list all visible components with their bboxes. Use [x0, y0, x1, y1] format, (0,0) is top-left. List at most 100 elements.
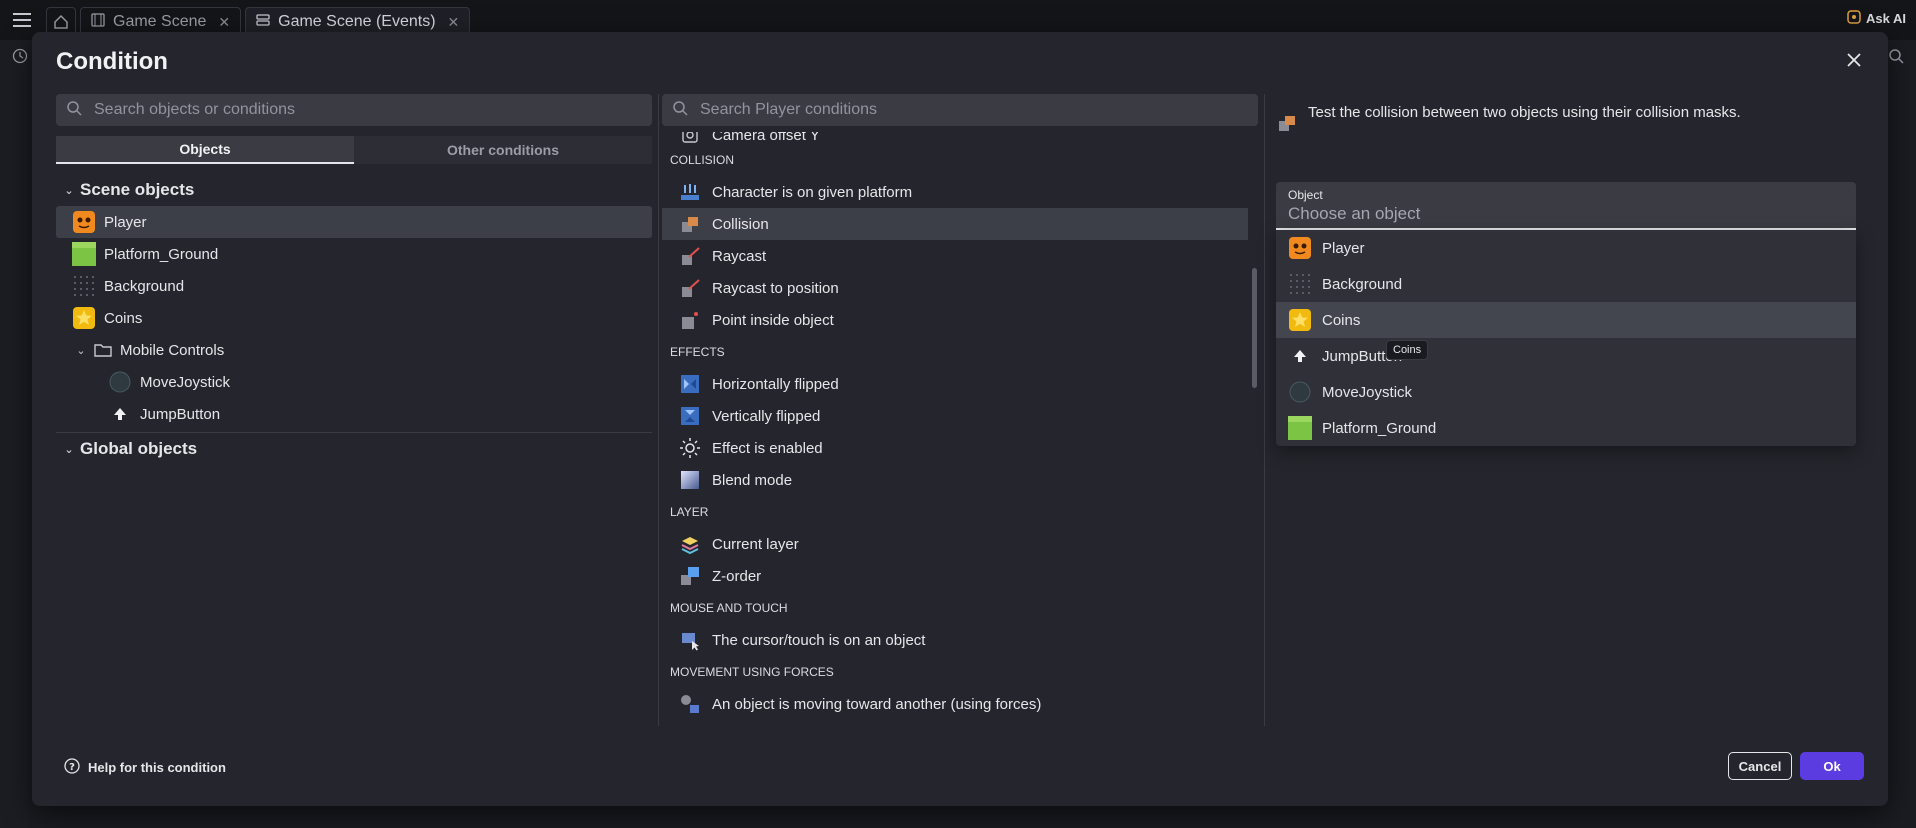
close-icon: [1846, 52, 1862, 73]
option-jumpbutton[interactable]: JumpButton: [1276, 338, 1856, 374]
tab-other-conditions[interactable]: Other conditions: [354, 136, 652, 164]
scene-objects-group[interactable]: ⌄ Scene objects: [56, 174, 652, 206]
collision-icon: [678, 212, 702, 236]
chevron-down-icon: ⌄: [64, 184, 74, 197]
background-icon: [1288, 272, 1312, 296]
object-field-label: Object: [1288, 188, 1323, 202]
section-effects: EFFECTS: [670, 345, 725, 359]
condition-current-layer[interactable]: Current layer: [662, 528, 1248, 560]
condition-blend-mode[interactable]: Blend mode: [662, 464, 1248, 496]
conditions-search[interactable]: [662, 94, 1258, 126]
film-icon: [91, 12, 105, 32]
condition-camera-offset-y[interactable]: Camera offset Y: [662, 132, 1248, 144]
coin-star-icon: [72, 306, 96, 330]
object-field-input[interactable]: [1288, 204, 1844, 224]
joystick-icon: [108, 370, 132, 394]
option-platform-ground[interactable]: Platform_Ground: [1276, 410, 1856, 446]
section-movement-forces: MOVEMENT USING FORCES: [670, 665, 834, 679]
condition-point-inside[interactable]: Point inside object: [662, 304, 1248, 336]
object-name: JumpButton: [140, 405, 221, 423]
player-icon: [1288, 236, 1312, 260]
object-field[interactable]: Object: [1276, 182, 1856, 230]
condition-dialog: Condition Objects Other conditions ⌄ Sce…: [32, 32, 1888, 806]
sun-icon: [678, 436, 702, 460]
z-order-icon: [678, 564, 702, 588]
cursor-icon: [678, 628, 702, 652]
option-movejoystick[interactable]: MoveJoystick: [1276, 374, 1856, 410]
raycast-icon: [678, 244, 702, 268]
arrow-up-icon: [1288, 344, 1312, 368]
cancel-button[interactable]: Cancel: [1728, 752, 1792, 780]
section-mouse-touch: MOUSE AND TOUCH: [670, 601, 788, 615]
option-player[interactable]: Player: [1276, 230, 1856, 266]
global-objects-group[interactable]: ⌄ Global objects: [56, 433, 652, 465]
conditions-search-input[interactable]: [700, 101, 1228, 119]
conditions-list: Camera offset Y COLLISION Character is o…: [662, 132, 1248, 726]
option-coins[interactable]: Coins: [1276, 302, 1856, 338]
objects-search[interactable]: [56, 94, 652, 126]
condition-on-platform[interactable]: Character is on given platform: [662, 176, 1248, 208]
condition-z-order[interactable]: Z-order: [662, 560, 1248, 592]
panel-separator: [658, 94, 659, 726]
close-button[interactable]: [1840, 48, 1868, 76]
svg-text:?: ?: [69, 762, 75, 773]
tooltip: Coins: [1386, 340, 1429, 360]
search-icon[interactable]: [1888, 48, 1904, 69]
camera-icon: [678, 132, 702, 147]
blend-mode-icon: [678, 468, 702, 492]
platform-ground-icon: [1288, 416, 1312, 440]
coin-star-icon: [1288, 308, 1312, 332]
condition-moving-toward[interactable]: An object is moving toward another (usin…: [662, 688, 1248, 720]
platform-icon: [678, 180, 702, 204]
condition-horizontally-flipped[interactable]: Horizontally flipped: [662, 368, 1248, 400]
joystick-icon: [1288, 380, 1312, 404]
folder-row-mobile-controls[interactable]: ⌄ Mobile Controls: [56, 334, 652, 366]
ai-icon: [1847, 10, 1861, 27]
condition-raycast[interactable]: Raycast: [662, 240, 1248, 272]
tab-objects[interactable]: Objects: [56, 136, 354, 164]
history-icon[interactable]: [12, 48, 28, 69]
object-row-coins[interactable]: Coins: [56, 302, 652, 334]
condition-cursor-on-object[interactable]: The cursor/touch is on an object: [662, 624, 1248, 656]
folder-name: Mobile Controls: [120, 341, 225, 359]
panel-separator: [1264, 94, 1265, 726]
section-layer: LAYER: [670, 505, 709, 519]
object-name: Player: [104, 213, 147, 231]
search-icon: [672, 100, 688, 121]
condition-vertically-flipped[interactable]: Vertically flipped: [662, 400, 1248, 432]
layer-icon: [678, 532, 702, 556]
folder-icon: [94, 338, 112, 362]
background-icon: [72, 274, 96, 298]
object-dropdown: Player Background Coins JumpButton MoveJ…: [1276, 230, 1856, 446]
conditions-scrollbar[interactable]: [1252, 268, 1257, 388]
object-row-jumpbutton[interactable]: JumpButton: [56, 398, 652, 430]
ok-button[interactable]: Ok: [1800, 752, 1864, 780]
condition-collision[interactable]: Collision: [662, 208, 1248, 240]
object-row-platform-ground[interactable]: Platform_Ground: [56, 238, 652, 270]
point-inside-icon: [678, 308, 702, 332]
object-row-player[interactable]: Player: [56, 206, 652, 238]
player-icon: [72, 210, 96, 234]
condition-effect-enabled[interactable]: Effect is enabled: [662, 432, 1248, 464]
object-row-movejoystick[interactable]: MoveJoystick: [56, 366, 652, 398]
parameters-panel: Test the collision between two objects u…: [1276, 94, 1864, 726]
object-name: Background: [104, 277, 185, 295]
option-background[interactable]: Background: [1276, 266, 1856, 302]
editor-side: [0, 40, 28, 828]
close-tab-icon[interactable]: ✕: [448, 14, 460, 31]
ask-ai-button[interactable]: Ask AI: [1847, 10, 1906, 27]
flip-vertical-icon: [678, 404, 702, 428]
search-icon: [66, 100, 82, 121]
object-row-background[interactable]: Background: [56, 270, 652, 302]
events-icon: [256, 13, 270, 32]
condition-raycast-to-position[interactable]: Raycast to position: [662, 272, 1248, 304]
objects-search-input[interactable]: [94, 101, 622, 119]
raycast-position-icon: [678, 276, 702, 300]
close-tab-icon[interactable]: ✕: [218, 14, 230, 31]
forces-icon: [678, 692, 702, 716]
objects-tabs: Objects Other conditions: [56, 136, 652, 164]
arrow-up-icon: [108, 402, 132, 426]
condition-description: Test the collision between two objects u…: [1276, 104, 1741, 138]
help-link[interactable]: ? Help for this condition: [64, 758, 226, 777]
objects-panel: Objects Other conditions ⌄ Scene objects…: [56, 94, 652, 726]
